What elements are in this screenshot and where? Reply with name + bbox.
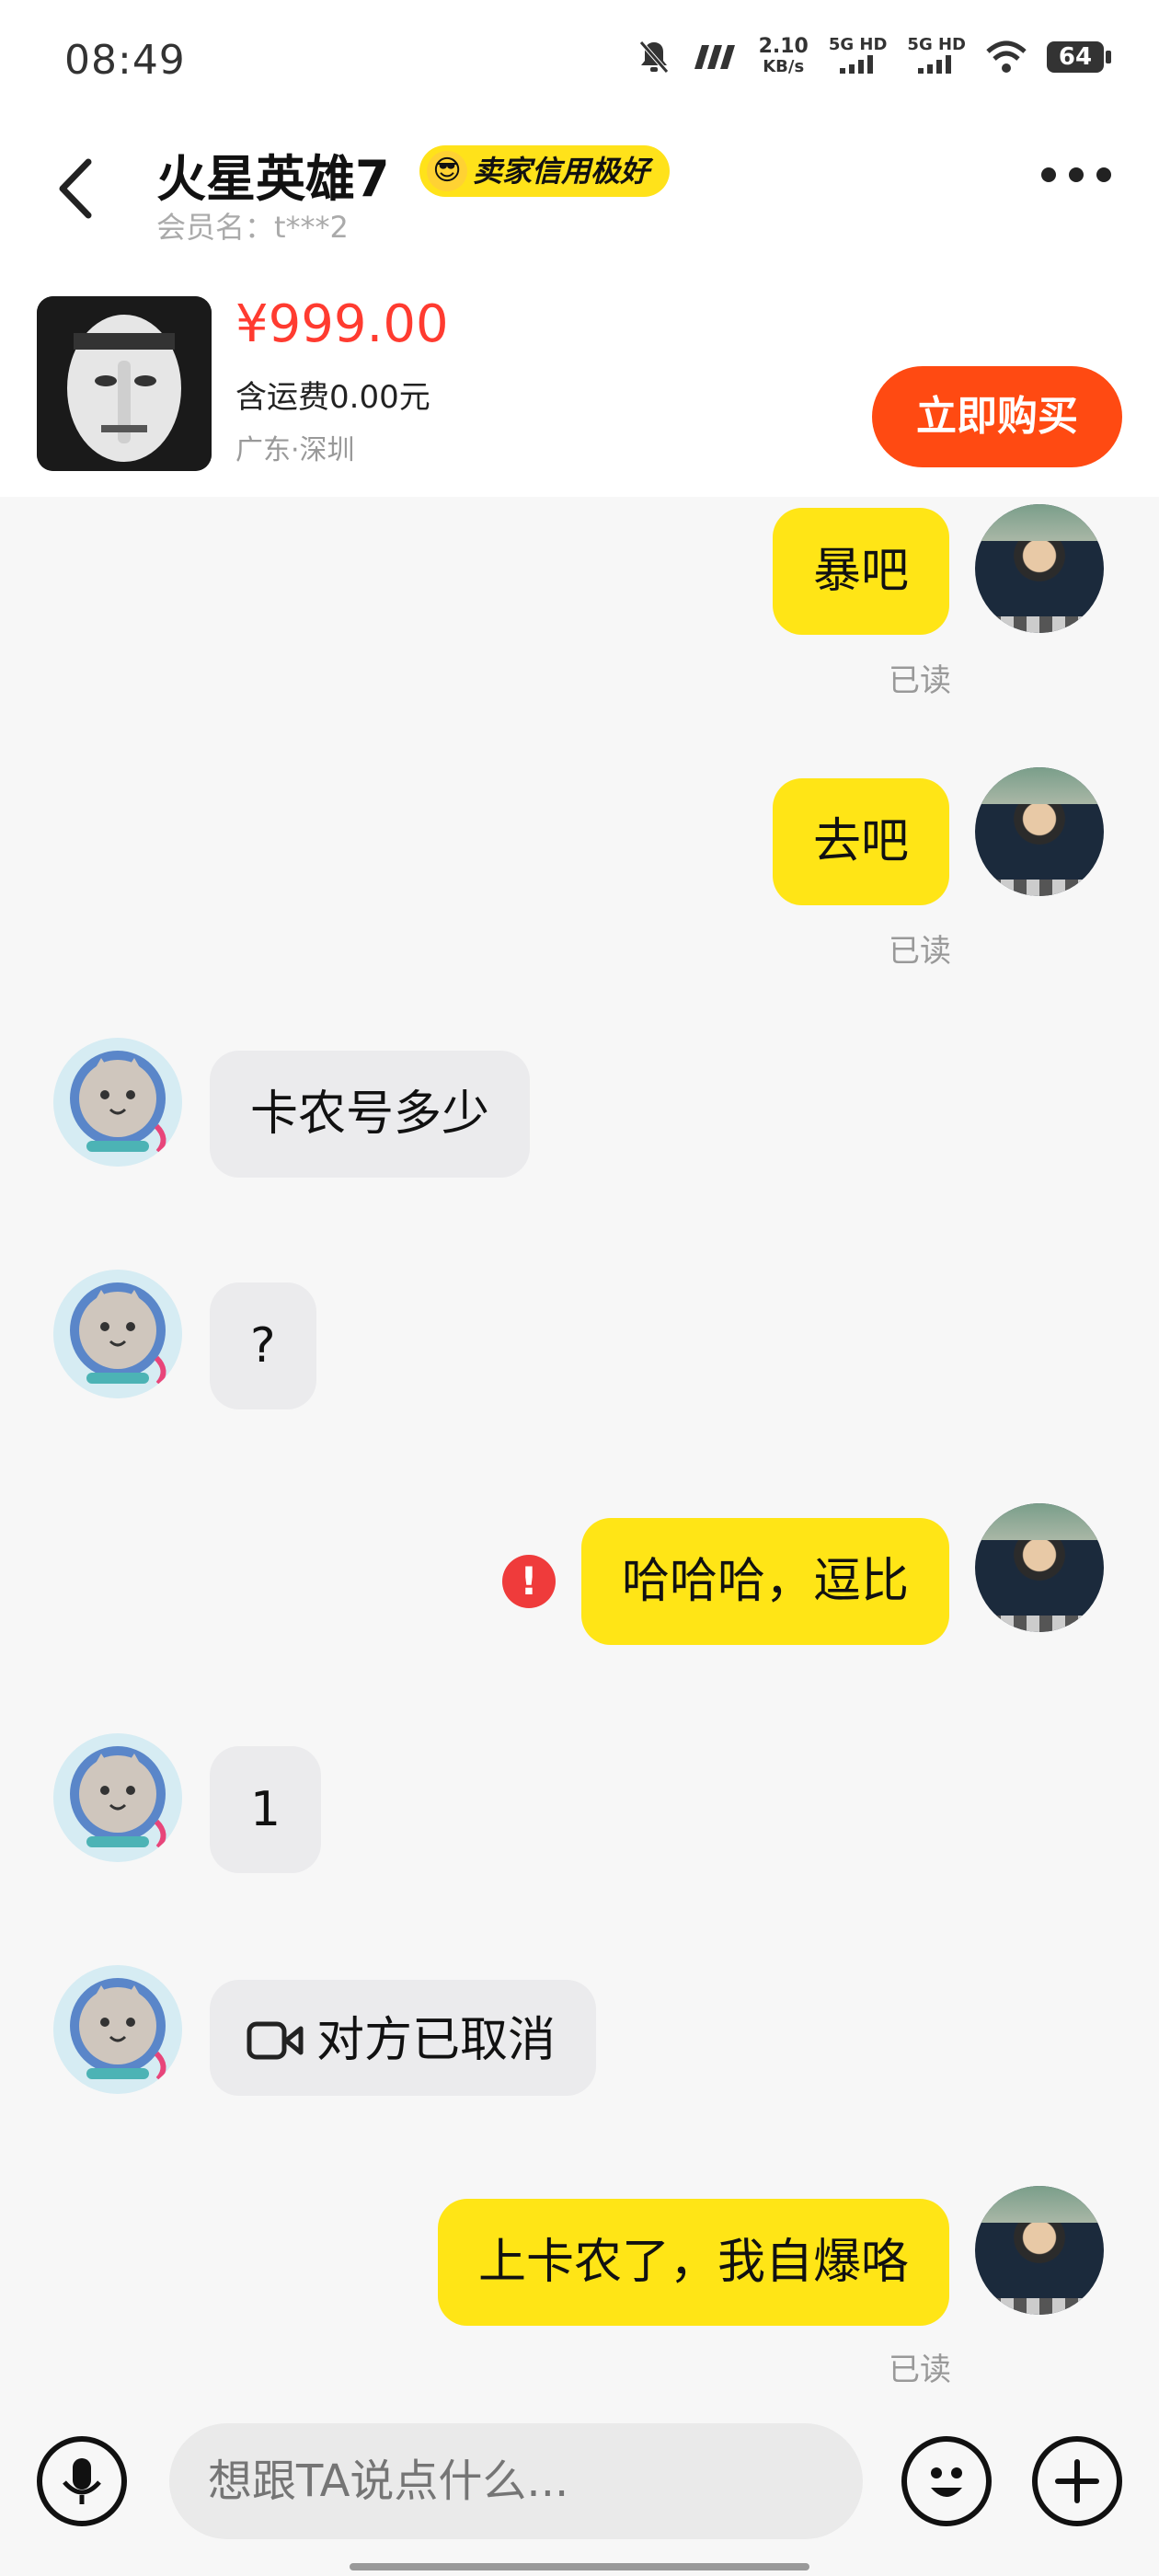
- my-avatar[interactable]: [975, 767, 1104, 896]
- smiley-icon: 😎: [427, 151, 467, 191]
- message-list[interactable]: 暴吧 已读 去吧 已读 卡农号多少 ? ! 哈哈哈，逗比 1 对方已取消 上卡农…: [0, 504, 1159, 2418]
- read-status: 已读: [889, 662, 951, 699]
- product-thumbnail[interactable]: [37, 296, 212, 471]
- my-avatar[interactable]: [975, 2186, 1104, 2315]
- shipping-fee: 含运费0.00元: [235, 379, 430, 416]
- message-bubble[interactable]: 1: [210, 1746, 322, 1873]
- dot-icon: [1096, 167, 1111, 182]
- more-button[interactable]: [1041, 167, 1111, 182]
- message-bubble[interactable]: 哈哈哈，逗比: [580, 1518, 949, 1645]
- product-price: ¥999.00: [235, 294, 449, 354]
- home-indicator[interactable]: [350, 2563, 809, 2570]
- read-status: 已读: [889, 2352, 951, 2388]
- microphone-icon: [63, 2458, 101, 2504]
- emoji-button[interactable]: [901, 2436, 992, 2526]
- signal-1: 5G HD: [829, 35, 887, 78]
- cat-astronaut-icon: [53, 1270, 182, 1398]
- my-avatar[interactable]: [975, 1503, 1104, 1632]
- my-avatar[interactable]: [975, 504, 1104, 633]
- video-camera-icon: [247, 2021, 304, 2060]
- message-bubble[interactable]: 暴吧: [772, 508, 949, 635]
- video-call-bubble[interactable]: 对方已取消: [210, 1980, 597, 2096]
- signal-bars-icon: [918, 55, 952, 74]
- send-failed-icon[interactable]: !: [502, 1555, 556, 1608]
- chevron-left-icon: [59, 158, 92, 219]
- seller-location: 广东·深圳: [235, 434, 355, 466]
- signal-bars-icon: [839, 55, 873, 74]
- input-bar: [0, 2418, 1159, 2576]
- dot-icon: [1041, 167, 1056, 182]
- signal-2: 5G HD: [907, 35, 966, 78]
- nfc-icon: [694, 44, 735, 69]
- message-input[interactable]: [169, 2423, 863, 2539]
- message-bubble[interactable]: 去吧: [772, 778, 949, 905]
- other-avatar[interactable]: [53, 1733, 182, 1862]
- credit-badge: 😎 卖家信用极好: [419, 145, 671, 197]
- cat-astronaut-icon: [53, 1733, 182, 1862]
- other-avatar[interactable]: [53, 1038, 182, 1167]
- seller-name[interactable]: 火星英雄7: [156, 138, 390, 211]
- read-status: 已读: [889, 933, 951, 970]
- cat-astronaut-icon: [53, 1038, 182, 1167]
- status-bar: 08:49 2.10 KB/s 5G HD 5G HD 64: [0, 0, 1159, 120]
- network-speed: 2.10 KB/s: [758, 34, 809, 76]
- other-avatar[interactable]: [53, 1270, 182, 1398]
- smiley-icon: [931, 2467, 962, 2497]
- battery-indicator: 64: [1047, 40, 1111, 73]
- message-bubble[interactable]: ?: [210, 1282, 316, 1409]
- status-time: 08:49: [64, 37, 186, 84]
- more-actions-button[interactable]: [1032, 2436, 1122, 2526]
- mute-bell-icon: [638, 40, 669, 74]
- message-bubble[interactable]: 卡农号多少: [210, 1051, 531, 1178]
- message-bubble[interactable]: 上卡农了，我自爆咯: [437, 2199, 949, 2326]
- plus-icon: [1055, 2459, 1099, 2503]
- other-avatar[interactable]: [53, 1965, 182, 2094]
- cat-astronaut-icon: [53, 1965, 182, 2094]
- voice-button[interactable]: [37, 2436, 127, 2526]
- back-button[interactable]: [48, 147, 103, 230]
- buy-now-button[interactable]: 立即购买: [872, 366, 1122, 467]
- dot-icon: [1069, 167, 1084, 182]
- status-icons: 2.10 KB/s 5G HD 5G HD 64: [637, 34, 1111, 78]
- product-photo-icon: [37, 296, 212, 471]
- call-status-text: 对方已取消: [316, 2013, 557, 2068]
- member-name: 会员名：t***2: [156, 210, 349, 245]
- wifi-icon: [986, 40, 1027, 73]
